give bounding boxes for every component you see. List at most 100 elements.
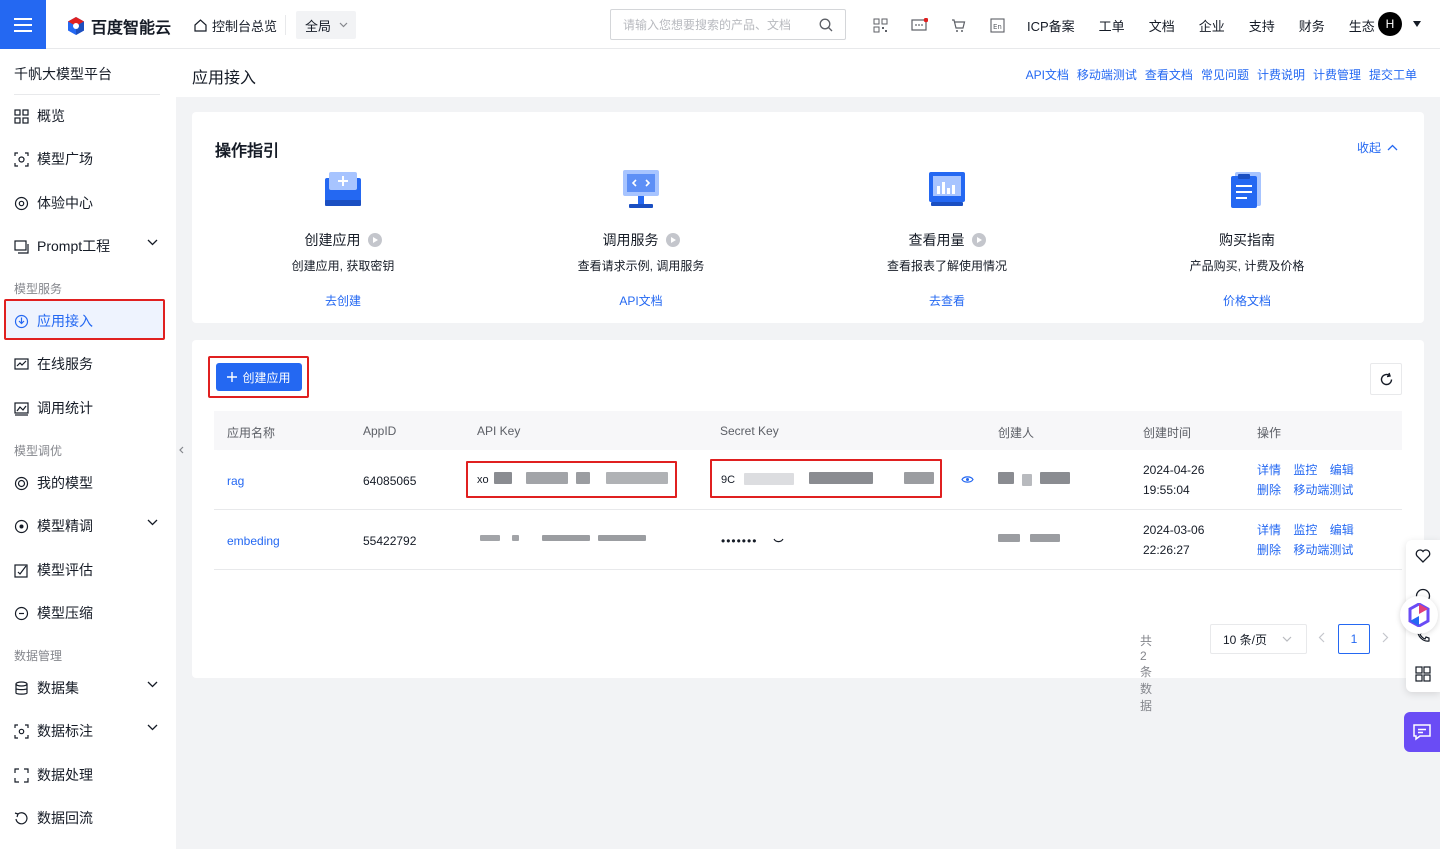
mobile-test-link[interactable]: 移动端测试 (1293, 543, 1353, 557)
guide-collapse-button[interactable]: 收起 (1357, 139, 1398, 156)
refresh-button[interactable] (1370, 363, 1402, 395)
mobile-test-link[interactable]: 移动端测试 (1293, 483, 1353, 497)
experience-icon (14, 196, 29, 210)
language-icon[interactable]: En (987, 15, 1007, 35)
step-link-create[interactable]: 去创建 (243, 292, 443, 309)
sidebar-item-my-model[interactable]: 我的模型 (14, 473, 160, 493)
dataset-icon (15, 680, 28, 695)
secret-key-masked: ••••••• (721, 534, 758, 548)
sidebar-item-stats[interactable]: 调用统计 (14, 398, 160, 418)
qrcode-icon[interactable] (870, 15, 890, 35)
detail-link[interactable]: 详情 (1257, 463, 1281, 477)
monitor-link[interactable]: 监控 (1293, 523, 1317, 537)
sidebar-item-finetune[interactable]: 模型精调 (14, 516, 160, 536)
masked-text (576, 472, 590, 484)
finetune-icon (14, 519, 29, 533)
sidebar-collapse-handle[interactable] (176, 432, 188, 468)
page-number-current[interactable]: 1 (1338, 624, 1370, 654)
nav-ticket[interactable]: 工单 (1099, 16, 1125, 35)
sidebar-item-app-access[interactable]: 应用接入 (14, 311, 160, 331)
link-billing-manage[interactable]: 计费管理 (1313, 66, 1361, 83)
sidebar-item-label: 模型压缩 (37, 605, 93, 621)
link-view-docs[interactable]: 查看文档 (1145, 66, 1193, 83)
search-box[interactable] (610, 9, 846, 40)
chevron-down-icon[interactable] (147, 519, 158, 526)
sidebar-item-label: 模型评估 (37, 562, 93, 578)
masked-text (809, 472, 873, 484)
sidebar-item-label: 我的模型 (37, 475, 93, 491)
caret-down-icon[interactable] (1413, 21, 1421, 27)
sidebar-item-overview[interactable]: 概览 (14, 106, 160, 126)
delete-link[interactable]: 删除 (1257, 483, 1281, 497)
cart-icon[interactable] (948, 15, 968, 35)
chevron-down-icon[interactable] (147, 681, 158, 688)
nav-finance[interactable]: 财务 (1299, 16, 1325, 35)
edit-link[interactable]: 编辑 (1330, 463, 1354, 477)
edit-link[interactable]: 编辑 (1330, 523, 1354, 537)
step-link-view[interactable]: 去查看 (847, 292, 1047, 309)
create-app-button[interactable]: 创建应用 (216, 363, 302, 391)
nav-support[interactable]: 支持 (1249, 16, 1275, 35)
link-faq[interactable]: 常见问题 (1201, 66, 1249, 83)
apps-grid-icon[interactable] (1415, 666, 1431, 682)
brand-logo[interactable]: 百度智能云 (66, 14, 171, 38)
delete-link[interactable]: 删除 (1257, 543, 1281, 557)
menu-icon[interactable] (0, 0, 46, 49)
sidebar-item-label: 应用接入 (37, 313, 93, 329)
sidebar-item-dataset[interactable]: 数据集 (14, 678, 160, 698)
row-actions: 详情 监控 编辑 删除 移动端测试 (1257, 460, 1363, 500)
console-home-link[interactable]: 控制台总览 (194, 16, 277, 35)
prev-page-icon[interactable] (1318, 632, 1325, 643)
play-icon[interactable] (665, 233, 680, 247)
heart-icon[interactable] (1415, 548, 1431, 564)
sidebar-item-label: 数据回流 (37, 810, 93, 826)
step-link-pricing[interactable]: 价格文档 (1147, 292, 1347, 309)
region-select[interactable]: 全局 (296, 11, 356, 39)
top-icon-group: En (870, 15, 1007, 35)
link-mobile-test[interactable]: 移动端测试 (1077, 66, 1137, 83)
sidebar-title: 千帆大模型平台 (14, 66, 112, 82)
eye-closed-icon[interactable] (773, 538, 784, 544)
nav-ecosystem[interactable]: 生态 (1349, 16, 1375, 35)
sidebar-item-online-service[interactable]: 在线服务 (14, 354, 160, 374)
sidebar-item-annotate[interactable]: 数据标注 (14, 721, 160, 741)
monitor-link[interactable]: 监控 (1293, 463, 1317, 477)
sidebar-item-backflow[interactable]: 数据回流 (14, 808, 160, 828)
chat-button[interactable] (1404, 712, 1440, 752)
sidebar-item-prompt[interactable]: Prompt工程 (14, 236, 160, 256)
sidebar-item-label: 模型精调 (37, 518, 93, 534)
step-name: 创建应用 (243, 230, 443, 250)
sidebar-group-model-service: 模型服务 (14, 282, 63, 296)
app-name-link[interactable]: rag (227, 474, 244, 488)
view-usage-illustration-icon (925, 168, 969, 212)
detail-link[interactable]: 详情 (1257, 523, 1281, 537)
ai-assistant-badge[interactable] (1400, 596, 1438, 634)
page-title: 应用接入 (192, 70, 257, 87)
app-name-link[interactable]: embeding (227, 534, 280, 548)
link-api-docs[interactable]: API文档 (1026, 66, 1069, 83)
search-input[interactable] (623, 17, 813, 32)
chevron-down-icon[interactable] (147, 724, 158, 731)
page-size-select[interactable]: 10 条/页 (1210, 624, 1307, 654)
chevron-down-icon[interactable] (147, 239, 158, 246)
message-icon[interactable] (909, 15, 929, 35)
link-submit-ticket[interactable]: 提交工单 (1369, 66, 1417, 83)
sidebar-item-experience[interactable]: 体验中心 (14, 193, 160, 213)
sidebar-item-model-square[interactable]: 模型广场 (14, 149, 160, 169)
play-icon[interactable] (971, 233, 986, 247)
play-icon[interactable] (367, 233, 382, 247)
nav-icp[interactable]: ICP备案 (1027, 16, 1075, 35)
eye-icon[interactable] (961, 475, 974, 484)
sidebar-item-process[interactable]: 数据处理 (14, 765, 160, 785)
sidebar-item-compress[interactable]: 模型压缩 (14, 603, 160, 623)
sidebar-group-data: 数据管理 (14, 649, 63, 663)
nav-docs[interactable]: 文档 (1149, 16, 1175, 35)
sidebar-item-evaluate[interactable]: 模型评估 (14, 560, 160, 580)
nav-enterprise[interactable]: 企业 (1199, 16, 1225, 35)
search-icon[interactable] (819, 18, 833, 32)
avatar[interactable]: H (1378, 12, 1402, 36)
next-page-icon[interactable] (1382, 632, 1389, 643)
appid-value: 55422792 (363, 534, 417, 548)
link-billing-info[interactable]: 计费说明 (1257, 66, 1305, 83)
step-link-api-docs[interactable]: API文档 (541, 292, 741, 309)
